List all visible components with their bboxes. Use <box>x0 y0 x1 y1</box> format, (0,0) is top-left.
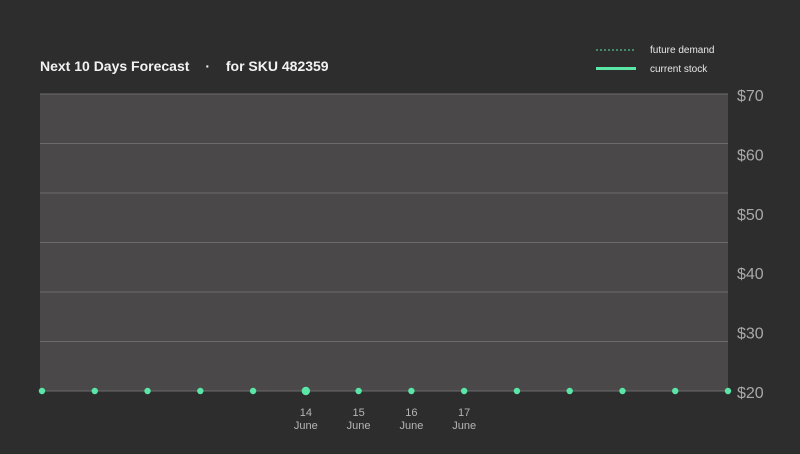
chart-subtitle: for SKU 482359 <box>226 58 329 74</box>
chart-title-text: Next 10 Days Forecast <box>40 58 190 74</box>
data-point-current-stock <box>724 387 732 395</box>
title-separator: · <box>205 58 210 74</box>
data-point-current-stock <box>566 387 573 395</box>
data-point-current-stock <box>91 387 98 395</box>
data-point-current-stock <box>301 386 311 396</box>
chart-svg: $20$30$40$50$60$70 14June15June16June17J… <box>38 45 764 432</box>
x-tick-month: June <box>452 420 476 432</box>
y-tick-label: $60 <box>737 147 764 164</box>
forecast-chart: $20 $30 $40 $50 $60 $70 14 June 15 June 16 June 17 J… <box>0 0 800 449</box>
x-tick-month: June <box>347 420 371 432</box>
x-axis-ticks: 14June15June16June17June <box>294 407 476 432</box>
legend: future demand current stock <box>596 45 715 75</box>
y-tick-label: $40 <box>737 266 764 283</box>
legend-label-current-stock: current stock <box>650 64 708 75</box>
x-tick-day: 17 <box>458 407 470 419</box>
svg-text:Next 10 Days Forecast: Next 10 Days Forecast · for SKU 482359 <box>40 58 329 74</box>
data-point-current-stock <box>249 387 257 395</box>
data-point-current-stock <box>144 387 151 395</box>
data-point-current-stock <box>619 387 626 395</box>
y-tick-label: $50 <box>737 207 764 224</box>
x-tick-month: June <box>294 420 318 432</box>
y-tick-label: $20 <box>737 385 764 402</box>
data-point-current-stock <box>197 387 204 395</box>
y-tick-label: $70 <box>737 88 764 105</box>
data-point-current-stock <box>513 387 521 395</box>
x-tick-day: 15 <box>352 407 364 419</box>
chart-title: Next 10 Days Forecast · for SKU 482359 <box>40 58 329 74</box>
x-tick-day: 14 <box>300 407 312 419</box>
x-tick-month: June <box>399 420 423 432</box>
data-point-current-stock <box>672 387 679 395</box>
legend-label-future-demand: future demand <box>650 45 715 56</box>
data-point-current-stock <box>38 387 46 395</box>
data-point-current-stock <box>355 387 362 395</box>
x-tick-day: 16 <box>405 407 417 419</box>
data-point-current-stock <box>408 387 415 395</box>
data-point-current-stock <box>460 387 468 395</box>
y-axis-ticks: $20 $30 $40 $50 $60 $70 <box>737 88 764 402</box>
y-tick-label: $30 <box>737 326 764 343</box>
